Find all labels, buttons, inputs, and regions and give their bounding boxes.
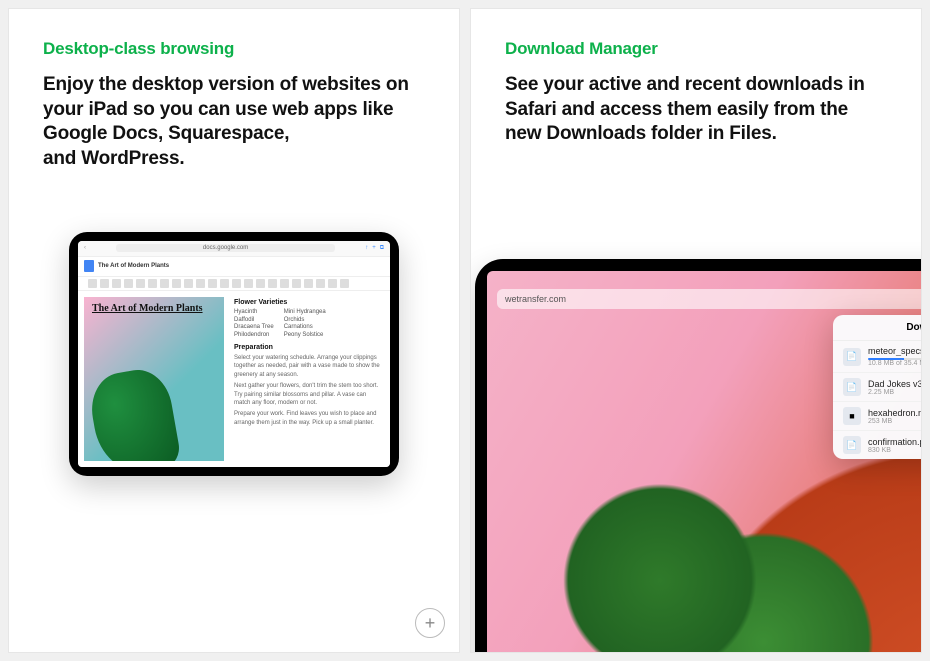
paragraph: Select your watering schedule. Arrange y… bbox=[234, 354, 380, 379]
address-bar[interactable]: wetransfer.com ↻ bbox=[497, 289, 922, 309]
docs-tool-button[interactable] bbox=[112, 279, 121, 288]
list-item: Dracaena Tree bbox=[234, 324, 274, 332]
download-name: confirmation.pdf bbox=[868, 437, 922, 447]
list-item: Daffodil bbox=[234, 317, 274, 325]
docs-tool-button[interactable] bbox=[244, 279, 253, 288]
docs-header: The Art of Modern Plants bbox=[78, 257, 390, 277]
paragraph: Next gather your flowers, don't trim the… bbox=[234, 382, 380, 407]
google-docs-icon bbox=[84, 260, 94, 272]
downloads-popover: Downloads Clear 📄meteor_specs10.8 MB of … bbox=[833, 315, 922, 459]
card-title: Desktop-class browsing bbox=[43, 39, 425, 59]
list-item: Philodendron bbox=[234, 332, 274, 340]
docs-tool-button[interactable] bbox=[100, 279, 109, 288]
docs-hero-image: The Art of Modern Plants bbox=[84, 297, 224, 461]
ipad-mockup: ᯤ 100% ▬ wetransfer.com ↻ ↓ ↑ + ⧉ bbox=[475, 259, 922, 653]
docs-tool-button[interactable] bbox=[148, 279, 157, 288]
download-row[interactable]: 📄Dad Jokes v3.pdf2.25 MB🔍 bbox=[833, 373, 922, 402]
card-description: Enjoy the desktop version of websites on… bbox=[43, 73, 425, 172]
download-subtext: 253 MB bbox=[868, 418, 922, 425]
docs-tool-button[interactable] bbox=[184, 279, 193, 288]
docs-tool-button[interactable] bbox=[196, 279, 205, 288]
add-tab-icon[interactable]: + bbox=[372, 245, 376, 252]
docs-tool-button[interactable] bbox=[268, 279, 277, 288]
docs-tool-button[interactable] bbox=[256, 279, 265, 288]
paragraph: Prepare your work. Find leaves you wish … bbox=[234, 410, 380, 427]
docs-tool-button[interactable] bbox=[136, 279, 145, 288]
docs-tool-button[interactable] bbox=[280, 279, 289, 288]
download-subtext: 10.8 MB of 35.4 MB bbox=[868, 360, 922, 367]
docs-tool-button[interactable] bbox=[208, 279, 217, 288]
docs-tool-button[interactable] bbox=[88, 279, 97, 288]
docs-tool-button[interactable] bbox=[340, 279, 349, 288]
feature-card-download-manager: Download Manager See your active and rec… bbox=[470, 8, 922, 653]
docs-tool-button[interactable] bbox=[160, 279, 169, 288]
download-name: Dad Jokes v3.pdf bbox=[868, 379, 922, 389]
section-heading: Preparation bbox=[234, 344, 380, 351]
plus-icon: + bbox=[425, 614, 436, 632]
docs-tool-button[interactable] bbox=[232, 279, 241, 288]
back-icon[interactable]: ‹ bbox=[84, 245, 86, 251]
download-subtext: 2.25 MB bbox=[868, 389, 922, 396]
docs-tool-button[interactable] bbox=[220, 279, 229, 288]
tabs-icon[interactable]: ⧉ bbox=[380, 245, 384, 252]
docs-toolbar bbox=[78, 277, 390, 291]
address-bar[interactable]: docs.google.com bbox=[116, 244, 335, 252]
list-item: Orchids bbox=[284, 317, 326, 325]
section-heading: Flower Varieties bbox=[234, 299, 380, 306]
expand-button[interactable]: + bbox=[415, 608, 445, 638]
download-thumb-icon: 📄 bbox=[843, 348, 861, 366]
share-icon[interactable]: ↑ bbox=[365, 245, 368, 252]
download-row[interactable]: 📄confirmation.pdf830 KB🔍 bbox=[833, 431, 922, 459]
safari-toolbar: wetransfer.com ↻ ↓ ↑ + ⧉ bbox=[497, 287, 922, 311]
docs-body-text: Flower Varieties HyacinthDaffodilDracaen… bbox=[234, 297, 384, 461]
docs-filename: The Art of Modern Plants bbox=[98, 263, 169, 269]
download-row[interactable]: 📄meteor_specs10.8 MB of 35.4 MB✕🔍 bbox=[833, 341, 922, 373]
ipad-mockup: ‹ docs.google.com ↑ + ⧉ The Art of Moder… bbox=[69, 232, 399, 476]
download-row[interactable]: ■hexahedron.mp4253 MB🔍 bbox=[833, 402, 922, 431]
docs-tool-button[interactable] bbox=[316, 279, 325, 288]
url-text: wetransfer.com bbox=[505, 294, 566, 304]
list-item: Mini Hydrangea bbox=[284, 309, 326, 317]
download-name: meteor_specs bbox=[868, 346, 922, 356]
docs-tool-button[interactable] bbox=[292, 279, 301, 288]
card-title: Download Manager bbox=[505, 39, 887, 59]
download-thumb-icon: 📄 bbox=[843, 378, 861, 396]
safari-toolbar: ‹ docs.google.com ↑ + ⧉ bbox=[78, 241, 390, 257]
docs-tool-button[interactable] bbox=[328, 279, 337, 288]
download-thumb-icon: ■ bbox=[843, 407, 861, 425]
feature-card-desktop-browsing: Desktop-class browsing Enjoy the desktop… bbox=[8, 8, 460, 653]
leaf-illustration bbox=[86, 365, 182, 461]
docs-hero-title: The Art of Modern Plants bbox=[92, 303, 203, 315]
card-description: See your active and recent downloads in … bbox=[505, 73, 887, 147]
list-item: Hyacinth bbox=[234, 309, 274, 317]
docs-tool-button[interactable] bbox=[172, 279, 181, 288]
list-item: Peony Solstice bbox=[284, 332, 326, 340]
list-item: Carnations bbox=[284, 324, 326, 332]
popover-title: Downloads bbox=[906, 322, 922, 333]
download-thumb-icon: 📄 bbox=[843, 436, 861, 454]
download-subtext: 830 KB bbox=[868, 447, 922, 454]
download-name: hexahedron.mp4 bbox=[868, 408, 922, 418]
docs-tool-button[interactable] bbox=[124, 279, 133, 288]
docs-tool-button[interactable] bbox=[304, 279, 313, 288]
